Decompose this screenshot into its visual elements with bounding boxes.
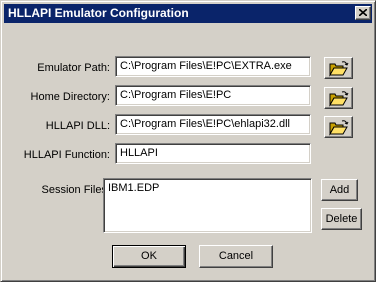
open-folder-icon (329, 120, 349, 136)
hllapi-dll-label: HLLAPI DLL: (45, 120, 110, 132)
session-files-label: Session Files: (41, 184, 110, 196)
browse-hllapi-dll-button[interactable] (324, 116, 353, 138)
window-title: HLLAPI Emulator Configuration (8, 6, 189, 20)
emulator-path-field[interactable]: C:\Program Files\E!PC\EXTRA.exe (115, 56, 311, 77)
dialog-window: HLLAPI Emulator Configuration Emulator P… (0, 0, 376, 282)
hllapi-function-label: HLLAPI Function: (23, 149, 110, 161)
browse-home-directory-button[interactable] (324, 87, 353, 109)
session-files-list[interactable]: IBM1.EDP (103, 178, 312, 233)
close-button[interactable] (355, 6, 371, 20)
open-folder-icon (329, 91, 349, 107)
hllapi-function-field[interactable]: HLLAPI (115, 143, 311, 164)
browse-emulator-path-button[interactable] (324, 57, 353, 79)
hllapi-dll-field[interactable]: C:\Program Files\E!PC\ehlapi32.dll (115, 114, 311, 135)
emulator-path-label: Emulator Path: (37, 62, 110, 74)
open-folder-icon (329, 61, 349, 77)
title-bar[interactable]: HLLAPI Emulator Configuration (4, 4, 372, 23)
ok-button[interactable]: OK (112, 245, 186, 268)
home-directory-field[interactable]: C:\Program Files\E!PC (115, 85, 311, 106)
add-button[interactable]: Add (321, 179, 358, 201)
delete-button[interactable]: Delete (321, 208, 362, 230)
home-directory-label: Home Directory: (30, 91, 110, 103)
cancel-button[interactable]: Cancel (199, 245, 273, 268)
close-icon (359, 9, 367, 16)
list-item[interactable]: IBM1.EDP (108, 182, 307, 194)
